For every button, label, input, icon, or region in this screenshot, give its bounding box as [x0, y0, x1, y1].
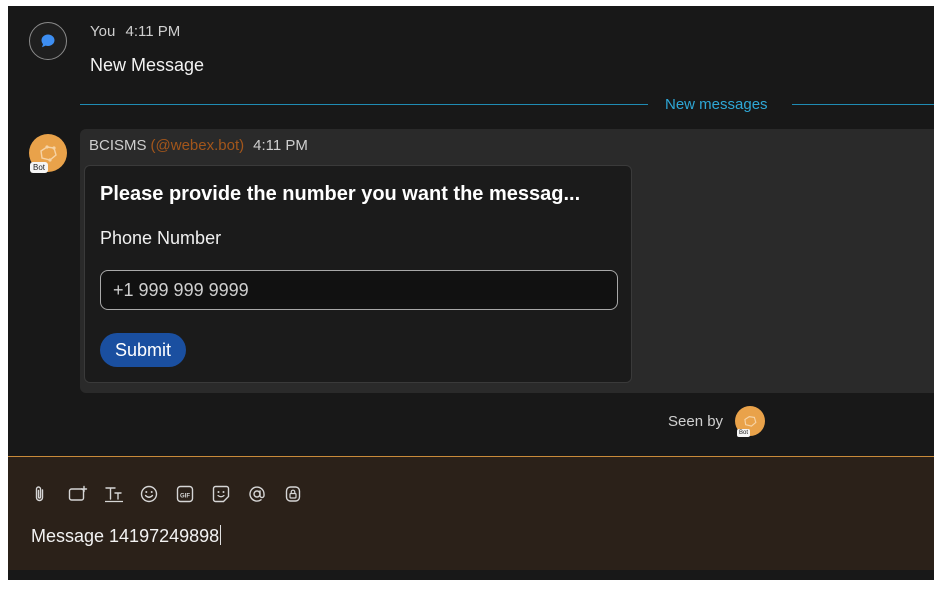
seen-by-badge: Bot — [737, 429, 751, 437]
gif-icon: GIF — [176, 485, 194, 503]
gif-button[interactable]: GIF — [176, 483, 212, 505]
seen-by: Seen by Bot — [668, 406, 766, 437]
adaptive-card: Please provide the number you want the m… — [84, 165, 632, 383]
seen-by-label: Seen by — [668, 412, 724, 430]
avatar-self[interactable] — [29, 22, 67, 60]
text-format-button[interactable] — [104, 483, 140, 505]
message-time: 4:11 PM — [125, 23, 181, 40]
message-self: You 4:11 PM New Message — [8, 6, 934, 86]
new-messages-divider: New messages — [80, 96, 934, 116]
message-text[interactable]: New Message — [90, 55, 204, 76]
bot-logo-icon — [40, 145, 57, 162]
phone-number-input[interactable] — [100, 270, 618, 310]
phone-number-label: Phone Number — [100, 228, 222, 248]
message-input-text: Message 14197249898 — [31, 526, 220, 546]
composer-toolbar: GIF — [32, 483, 320, 505]
sender-name: You — [90, 23, 116, 40]
chat-bubble-icon — [41, 34, 55, 48]
svg-text:GIF: GIF — [180, 493, 190, 499]
submit-button[interactable]: Submit — [100, 333, 186, 367]
text-format-icon — [105, 487, 123, 503]
secure-button[interactable] — [284, 483, 320, 505]
bot-message-time: 4:11 PM — [253, 137, 308, 154]
bot-handle: (@webex.bot) — [150, 137, 245, 154]
message-input[interactable]: Message 14197249898 — [31, 525, 222, 547]
attach-button[interactable] — [32, 483, 68, 505]
emoji-icon — [140, 485, 158, 503]
divider-line-left — [80, 104, 648, 105]
bot-logo-icon — [744, 416, 757, 427]
new-messages-label: New messages — [665, 96, 768, 113]
sticker-button[interactable] — [212, 483, 248, 505]
screenshot-icon — [68, 485, 88, 501]
mention-icon — [249, 486, 265, 502]
bot-badge: Bot — [30, 162, 49, 173]
chat-window: You 4:11 PM New Message New messages Bot… — [8, 6, 934, 580]
seen-by-avatar[interactable]: Bot — [735, 406, 766, 437]
mention-button[interactable] — [248, 483, 284, 505]
divider-line-right — [792, 104, 934, 105]
message-composer: GIF Message 14197249898 — [8, 456, 934, 570]
text-caret — [220, 525, 222, 545]
screenshot-button[interactable] — [68, 483, 104, 505]
bot-message-meta: BCISMS (@webex.bot) 4:11 PM — [89, 137, 308, 154]
bot-sender-name[interactable]: BCISMS — [89, 137, 147, 154]
sticker-icon — [212, 485, 230, 503]
card-title: Please provide the number you want the m… — [100, 183, 581, 205]
emoji-button[interactable] — [140, 483, 176, 505]
message-meta: You 4:11 PM — [90, 23, 180, 40]
attach-icon — [35, 486, 44, 502]
bottom-strip — [8, 570, 934, 580]
secure-icon — [285, 486, 301, 502]
